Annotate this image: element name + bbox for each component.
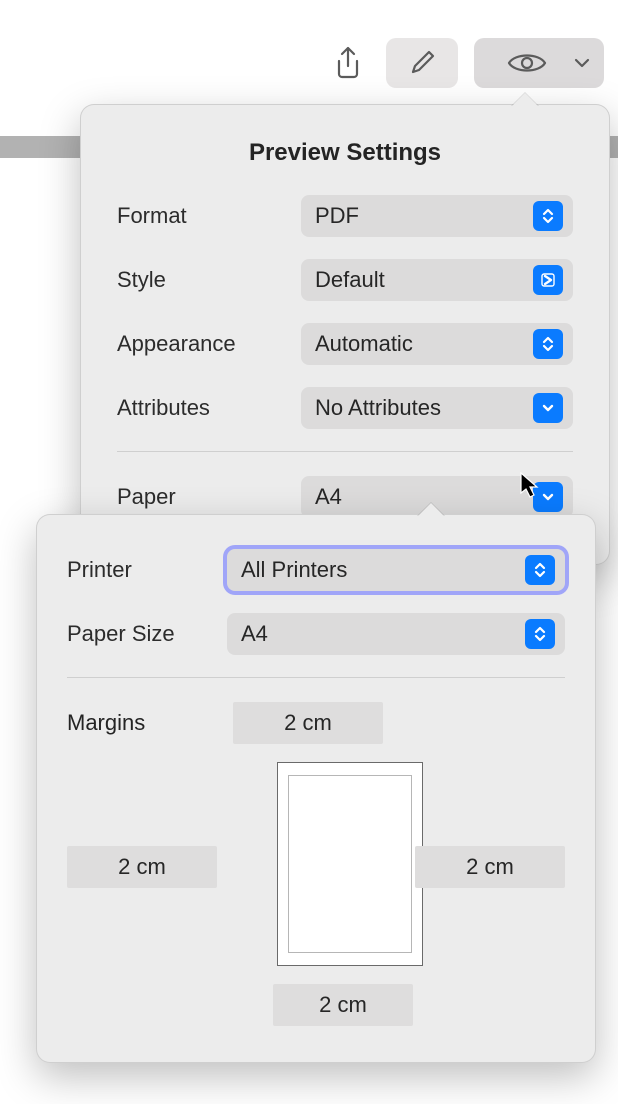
paper-row: Paper A4 [117, 476, 573, 518]
margin-top-input[interactable]: 2 cm [233, 702, 383, 744]
divider [67, 677, 565, 678]
mouse-cursor-icon [520, 472, 540, 498]
margins-section: Margins 2 cm 2 cm 2 cm 2 cm [67, 702, 565, 1032]
paper-popover: Printer All Printers Paper Size A4 Margi… [36, 514, 596, 1063]
format-value: PDF [315, 203, 533, 229]
page-preview [277, 762, 423, 966]
appearance-row: Appearance Automatic [117, 323, 573, 365]
updown-icon [525, 619, 555, 649]
appearance-label: Appearance [117, 331, 287, 357]
eye-icon [488, 50, 566, 76]
toolbar [326, 38, 604, 88]
printer-select[interactable]: All Printers [227, 549, 565, 591]
popover-title: Preview Settings [117, 139, 573, 167]
papersize-label: Paper Size [67, 621, 213, 647]
page-inner [288, 775, 412, 953]
popover-arrow [417, 503, 445, 517]
attributes-label: Attributes [117, 395, 287, 421]
margin-right-input[interactable]: 2 cm [415, 846, 565, 888]
attributes-value: No Attributes [315, 395, 533, 421]
style-label: Style [117, 267, 287, 293]
pencil-icon [408, 49, 436, 77]
format-row: Format PDF [117, 195, 573, 237]
updown-icon [533, 329, 563, 359]
edit-button[interactable] [386, 38, 458, 88]
margin-left-input[interactable]: 2 cm [67, 846, 217, 888]
updown-icon [525, 555, 555, 585]
appearance-select[interactable]: Automatic [301, 323, 573, 365]
papersize-select[interactable]: A4 [227, 613, 565, 655]
margins-label: Margins [67, 710, 213, 736]
style-value: Default [315, 267, 533, 293]
attributes-row: Attributes No Attributes [117, 387, 573, 429]
format-label: Format [117, 203, 287, 229]
style-select[interactable]: Default [301, 259, 573, 301]
chevron-down-icon [574, 57, 590, 69]
appearance-value: Automatic [315, 331, 533, 357]
view-button[interactable] [474, 38, 604, 88]
printer-label: Printer [67, 557, 213, 583]
divider [117, 451, 573, 452]
share-button[interactable] [326, 38, 370, 88]
attributes-select[interactable]: No Attributes [301, 387, 573, 429]
style-row: Style Default [117, 259, 573, 301]
share-icon [334, 46, 362, 80]
format-select[interactable]: PDF [301, 195, 573, 237]
printer-row: Printer All Printers [67, 549, 565, 591]
chevron-down-icon [533, 393, 563, 423]
margin-bottom-input[interactable]: 2 cm [273, 984, 413, 1026]
nav-icon [533, 265, 563, 295]
popover-arrow [511, 93, 539, 107]
updown-icon [533, 201, 563, 231]
paper-label: Paper [117, 484, 287, 510]
papersize-value: A4 [241, 621, 525, 647]
printer-value: All Printers [241, 557, 525, 583]
papersize-row: Paper Size A4 [67, 613, 565, 655]
